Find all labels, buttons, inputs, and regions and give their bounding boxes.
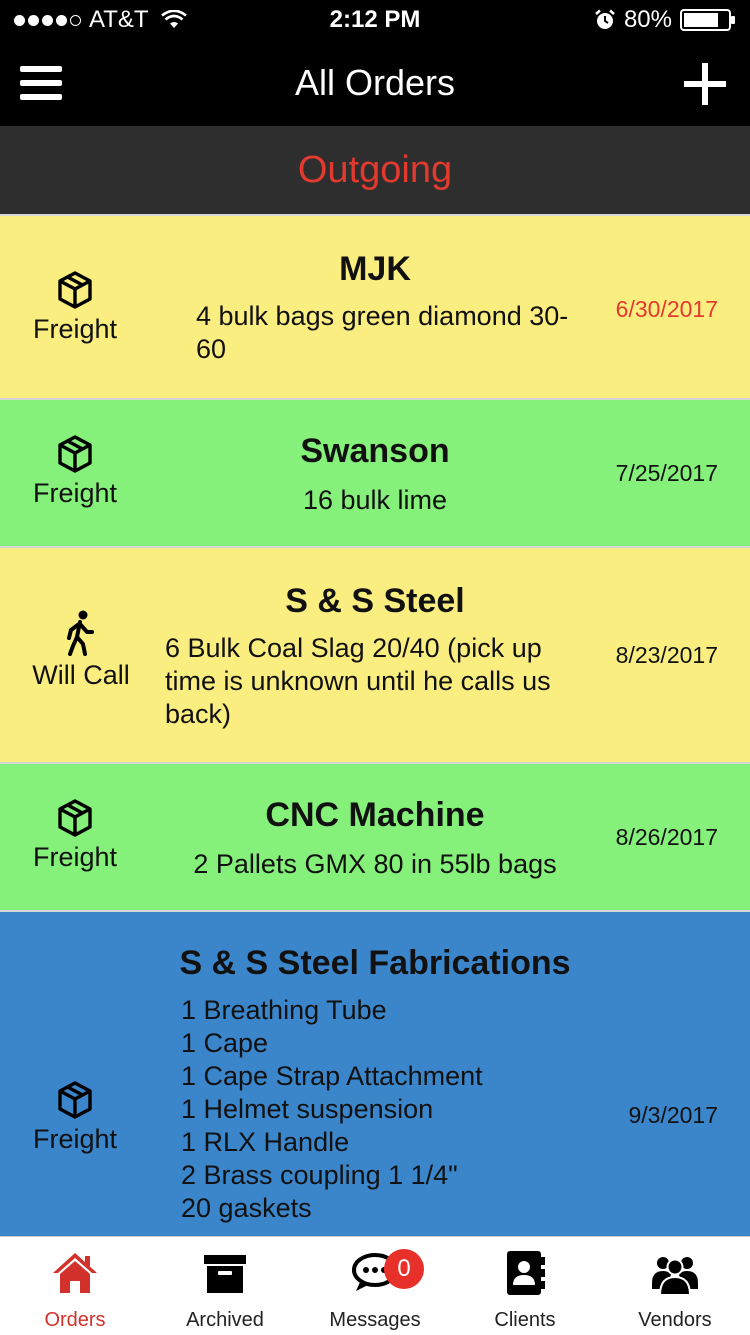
plus-icon[interactable]: [684, 63, 726, 105]
order-type: Freight: [0, 1080, 150, 1155]
tab-label: Vendors: [638, 1309, 712, 1331]
tab-bar: Orders Archived 0 Messages Clients Vendo…: [0, 1236, 750, 1335]
tab-orders[interactable]: Orders: [0, 1237, 150, 1335]
contact-book-icon: [507, 1251, 545, 1295]
tab-label: Orders: [44, 1309, 106, 1331]
order-row[interactable]: Freight MJK 4 bulk bags green diamond 30…: [0, 214, 750, 398]
order-line-item: 1 Cape: [181, 1028, 269, 1058]
order-row[interactable]: Will Call S & S Steel 6 Bulk Coal Slag 2…: [0, 546, 750, 762]
nav-bar: All Orders: [0, 40, 750, 126]
order-line-item: 1 RLX Handle: [181, 1127, 350, 1157]
order-description: 4 bulk bags green diamond 30-60: [196, 301, 569, 364]
tab-label: Clients: [494, 1309, 556, 1331]
order-type-label: Will Call: [32, 660, 130, 690]
order-date: 7/25/2017: [615, 460, 718, 486]
tab-archived[interactable]: Archived: [150, 1237, 300, 1335]
order-row[interactable]: Freight Swanson 16 bulk lime 7/25/2017: [0, 398, 750, 546]
orders-list: Freight MJK 4 bulk bags green diamond 30…: [0, 214, 750, 1236]
order-description: 6 Bulk Coal Slag 20/40 (pick up time is …: [165, 633, 551, 729]
order-date: 9/3/2017: [628, 1102, 718, 1128]
order-line-item: 2 Brass coupling 1 1/4": [181, 1160, 458, 1190]
order-client-name: S & S Steel Fabrications: [179, 944, 571, 982]
people-group-icon: [652, 1257, 698, 1296]
order-line-item: 20 gaskets: [181, 1193, 312, 1223]
tab-messages[interactable]: 0 Messages: [300, 1237, 450, 1335]
box-icon: [58, 1081, 92, 1119]
tab-vendors[interactable]: Vendors: [600, 1237, 750, 1335]
order-client-name: MJK: [339, 250, 411, 288]
status-bar: AT&T 2:12 PM 80%: [0, 0, 750, 40]
order-date: 8/26/2017: [615, 824, 718, 850]
page-title: All Orders: [294, 62, 456, 103]
tab-label: Archived: [186, 1309, 264, 1331]
order-client-name: S & S Steel: [285, 582, 465, 620]
unread-badge: 0: [384, 1249, 424, 1289]
order-line-item: 1 Cape Strap Attachment: [181, 1061, 483, 1091]
battery-icon: [680, 9, 735, 31]
order-description: 16 bulk lime: [302, 485, 448, 515]
order-date: 8/23/2017: [615, 642, 718, 668]
order-line-item: 1 Breathing Tube: [181, 995, 387, 1025]
order-row[interactable]: Freight S & S Steel Fabrications 1 Breat…: [0, 910, 750, 1236]
section-header-outgoing: Outgoing: [0, 126, 750, 214]
house-icon: [53, 1253, 97, 1293]
order-type: Will Call: [6, 610, 156, 691]
order-type-label: Freight: [32, 1124, 118, 1154]
order-row[interactable]: Freight CNC Machine 2 Pallets GMX 80 in …: [0, 762, 750, 910]
alarm-clock-icon: [595, 9, 615, 29]
order-line-item: 1 Helmet suspension: [181, 1094, 434, 1124]
order-date: 6/30/2017: [615, 296, 718, 322]
battery-percent: 80%: [623, 6, 672, 33]
order-type-label: Freight: [32, 314, 118, 344]
tab-label: Messages: [329, 1309, 421, 1331]
tab-clients[interactable]: Clients: [450, 1237, 600, 1335]
archive-box-icon: [204, 1255, 246, 1293]
order-description: 2 Pallets GMX 80 in 55lb bags: [193, 849, 557, 879]
order-description: 1 Breathing Tube 1 Cape 1 Cape Strap Att…: [181, 994, 581, 1225]
status-right: 80%: [594, 6, 736, 34]
